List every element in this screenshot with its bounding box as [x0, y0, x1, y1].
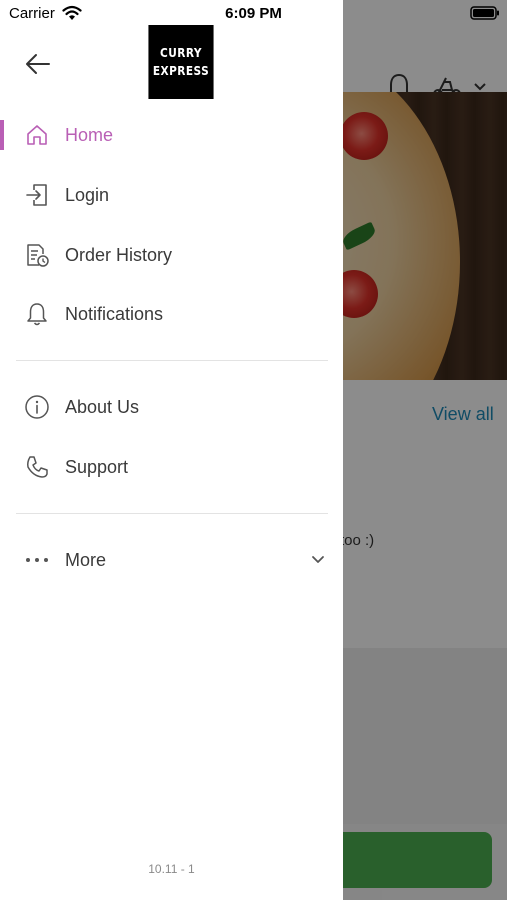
menu-item-label: Home — [65, 124, 114, 145]
brand-logo: CURRY EXPRESS — [148, 25, 214, 99]
home-icon — [27, 125, 47, 145]
battery-icon — [470, 6, 499, 20]
back-button[interactable] — [18, 46, 58, 82]
menu-item-label: About Us — [65, 396, 140, 417]
menu-item-notifications[interactable]: Notifications — [0, 290, 343, 338]
menu-item-about-us[interactable]: About Us — [0, 383, 343, 431]
arrow-left-icon — [26, 54, 50, 74]
menu-item-more[interactable]: More — [0, 536, 343, 584]
menu-item-home[interactable]: Home — [0, 111, 343, 159]
menu-item-order-history[interactable]: Order History — [0, 231, 343, 279]
app-version: 10.11 - 1 — [148, 862, 195, 876]
active-indicator — [0, 120, 4, 150]
menu-item-label: Notifications — [65, 303, 164, 324]
phone-icon — [27, 456, 48, 478]
logo-line-2: EXPRESS — [152, 64, 210, 78]
menu-item-label: More — [65, 549, 107, 570]
logo-line-1: CURRY — [160, 46, 202, 60]
menu-item-label: Login — [65, 184, 110, 205]
more-dots-icon — [26, 558, 48, 562]
navigation-drawer: CURRY EXPRESS Home Login Order History N… — [0, 0, 343, 900]
menu-item-label: Support — [65, 456, 129, 477]
menu-item-login[interactable]: Login — [0, 171, 343, 219]
info-icon — [25, 395, 49, 419]
menu-divider — [16, 513, 328, 514]
menu-item-label: Order History — [65, 244, 173, 265]
chevron-down-icon[interactable] — [310, 554, 326, 566]
status-time: 6:09 PM — [225, 5, 282, 22]
status-bar: Carrier 6:09 PM — [0, 0, 507, 28]
menu-item-support[interactable]: Support — [0, 443, 343, 491]
login-icon — [26, 184, 47, 206]
order-history-icon — [27, 244, 49, 267]
menu-divider — [16, 360, 328, 361]
bell-icon — [27, 303, 47, 326]
